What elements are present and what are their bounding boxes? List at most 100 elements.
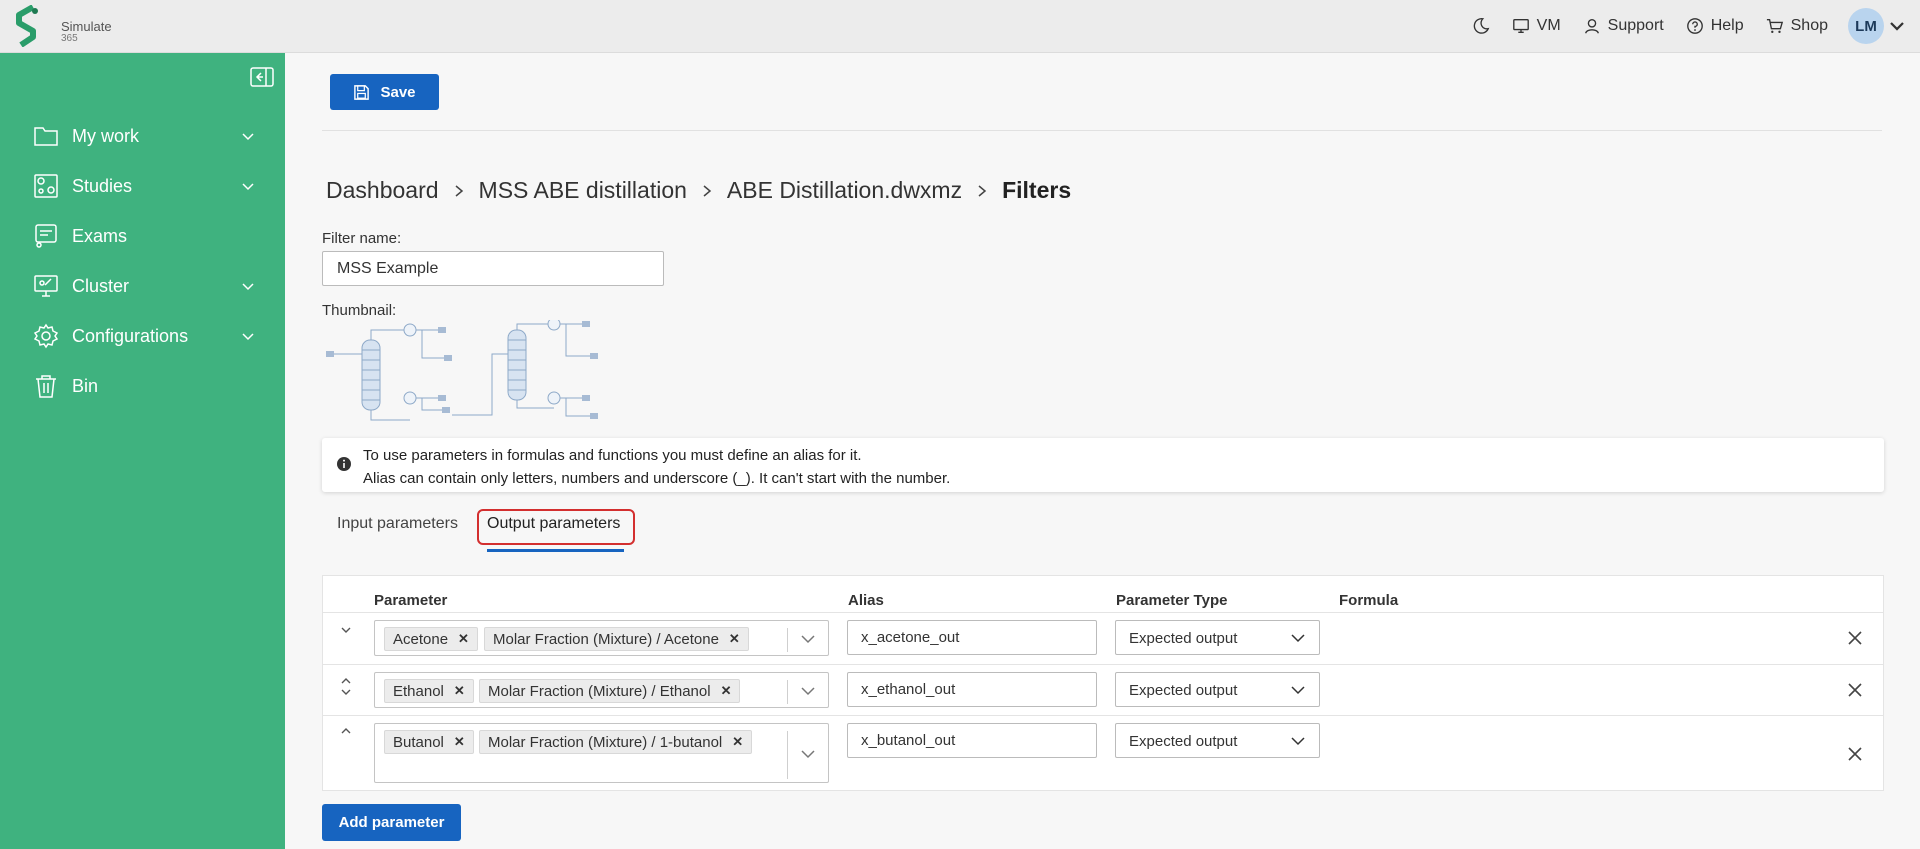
parameter-type-select[interactable]: Expected output (1115, 723, 1320, 758)
sidebar-item-label: Bin (72, 375, 99, 396)
save-icon (354, 84, 370, 100)
parameter-select[interactable]: Butanol ✕ Molar Fraction (Mixture) / 1-bu… (374, 723, 829, 783)
column-header-parameter: Parameter (374, 592, 448, 609)
logo-name: Simulate (61, 19, 112, 34)
breadcrumb-dashboard[interactable]: Dashboard (326, 177, 439, 204)
column-header-alias: Alias (848, 592, 884, 609)
theme-toggle[interactable] (1472, 17, 1490, 35)
move-up-icon[interactable] (340, 727, 352, 735)
alias-input[interactable] (847, 672, 1097, 707)
remove-tag-icon[interactable]: ✕ (458, 631, 469, 647)
alias-input[interactable] (847, 723, 1097, 758)
support-icon (1584, 19, 1599, 34)
breadcrumb-file[interactable]: ABE Distillation.dwxmz (727, 177, 962, 204)
help-icon (1686, 18, 1703, 34)
moon-icon (1473, 18, 1490, 34)
reorder-controls (340, 674, 354, 699)
filter-name-input[interactable] (322, 251, 664, 286)
thumbnail-label: Thumbnail: (322, 302, 397, 319)
vm-label: VM (1536, 17, 1561, 34)
folder-icon (34, 127, 58, 146)
chevron-right-icon (455, 184, 463, 197)
sidebar-item-label: Exams (72, 225, 128, 246)
remove-tag-icon[interactable]: ✕ (454, 683, 465, 699)
parameter-tag: Acetone ✕ (384, 627, 478, 651)
trash-icon (36, 375, 56, 398)
tab-input-parameters[interactable]: Input parameters (337, 515, 458, 533)
move-down-icon[interactable] (340, 688, 352, 696)
info-banner: To use parameters in formulas and functi… (322, 438, 1884, 492)
close-icon[interactable] (1847, 630, 1863, 646)
add-parameter-button[interactable]: Add parameter (322, 804, 461, 841)
breadcrumb-project[interactable]: MSS ABE distillation (479, 177, 687, 204)
remove-tag-icon[interactable]: ✕ (729, 631, 740, 647)
parameter-tag: Butanol ✕ (384, 730, 474, 754)
parameter-type-value: Expected output (1129, 733, 1238, 750)
sidebar-item-cluster[interactable]: Cluster (33, 268, 261, 304)
parameter-type-value: Expected output (1129, 630, 1238, 647)
save-button[interactable]: Save (330, 74, 439, 110)
chevron-down-icon[interactable] (801, 635, 815, 644)
sidebar-item-label: My work (72, 125, 139, 146)
tab-active-indicator (487, 549, 624, 552)
parameter-type-select[interactable]: Expected output (1115, 672, 1320, 707)
remove-tag-icon[interactable]: ✕ (732, 734, 743, 750)
select-divider (787, 731, 788, 779)
parameter-select[interactable]: Acetone ✕ Molar Fraction (Mixture) / Acet… (374, 620, 829, 656)
exams-icon (35, 224, 57, 248)
filter-name-label: Filter name: (322, 230, 402, 247)
parameter-type-value: Expected output (1129, 682, 1238, 699)
tag-label: Butanol (393, 733, 444, 751)
select-divider (787, 628, 788, 652)
support-link[interactable]: Support (1583, 17, 1664, 35)
chevron-right-icon (703, 184, 712, 197)
chevron-down-icon[interactable] (801, 750, 815, 759)
collapse-sidebar-icon[interactable] (250, 67, 274, 87)
vm-link[interactable]: VM (1512, 17, 1561, 35)
sidebar-item-label: Studies (72, 175, 133, 196)
table-row: Acetone ✕ Molar Fraction (Mixture) / Acet… (323, 612, 1883, 664)
parameters-table: Parameter Alias Parameter Type Formula A… (322, 575, 1884, 791)
table-row: Butanol ✕ Molar Fraction (Mixture) / 1-bu… (323, 715, 1883, 791)
move-down-icon[interactable] (340, 626, 352, 634)
tag-label: Molar Fraction (Mixture) / 1-butanol (488, 733, 723, 751)
reorder-controls (340, 623, 354, 637)
parameter-select[interactable]: Ethanol ✕ Molar Fraction (Mixture) / Etha… (374, 672, 829, 708)
close-icon[interactable] (1847, 746, 1863, 762)
close-icon[interactable] (1847, 682, 1863, 698)
sidebar-item-label: Cluster (72, 275, 130, 296)
parameter-tag: Molar Fraction (Mixture) / Ethanol ✕ (479, 679, 741, 703)
column-header-formula: Formula (1339, 592, 1399, 609)
cluster-icon (34, 275, 58, 297)
app-logo[interactable]: Simulate 365 (11, 5, 112, 47)
shop-link[interactable]: Shop (1766, 17, 1828, 35)
tab-output-parameters[interactable]: Output parameters (487, 515, 620, 533)
chevron-down-icon[interactable] (801, 687, 815, 696)
sidebar-item-studies[interactable]: Studies (33, 168, 261, 204)
sidebar: My work Studies Exams Cluster Configurat… (0, 53, 285, 849)
parameter-tag: Ethanol ✕ (384, 679, 474, 703)
chevron-down-icon (242, 333, 254, 341)
avatar[interactable]: LM (1848, 8, 1884, 44)
move-up-icon[interactable] (340, 677, 352, 685)
help-link[interactable]: Help (1686, 17, 1744, 35)
chevron-down-icon[interactable] (1888, 17, 1906, 35)
tag-label: Acetone (393, 630, 449, 648)
support-label: Support (1607, 17, 1664, 34)
monitor-icon (1512, 19, 1529, 33)
sidebar-item-configurations[interactable]: Configurations (33, 318, 261, 354)
info-line-2: Alias can contain only letters, numbers … (363, 470, 951, 487)
alias-input[interactable] (847, 620, 1097, 655)
main-content: Save Dashboard MSS ABE distillation ABE … (285, 53, 1920, 849)
remove-tag-icon[interactable]: ✕ (454, 734, 465, 750)
chevron-down-icon (242, 133, 254, 141)
sidebar-item-bin[interactable]: Bin (33, 368, 261, 404)
studies-icon (34, 174, 58, 198)
save-label: Save (380, 83, 416, 101)
parameter-type-select[interactable]: Expected output (1115, 620, 1320, 655)
remove-tag-icon[interactable]: ✕ (721, 683, 732, 699)
top-bar: Simulate 365 VM Support Help Shop LM (0, 0, 1920, 53)
sidebar-item-my-work[interactable]: My work (33, 118, 261, 154)
sidebar-item-exams[interactable]: Exams (33, 218, 261, 254)
logo-sub: 365 (61, 33, 78, 44)
